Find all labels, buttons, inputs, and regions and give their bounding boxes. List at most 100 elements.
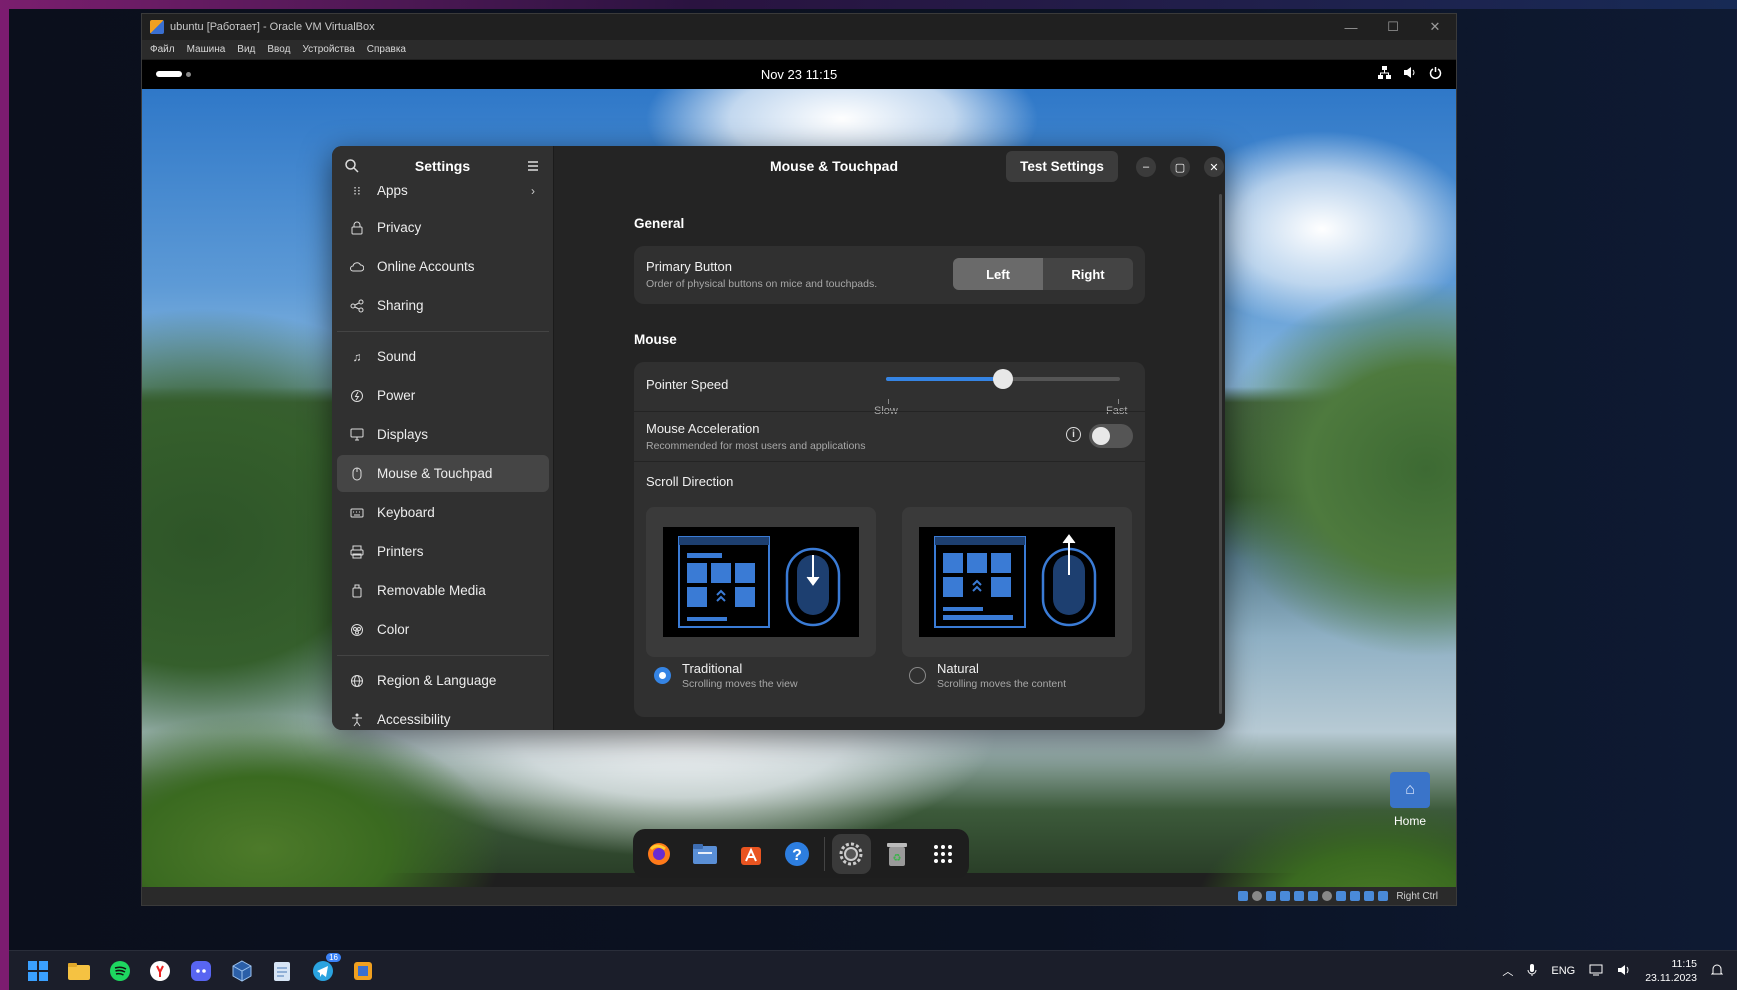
maximize-icon[interactable]: ▢ <box>1170 157 1190 177</box>
menu-help[interactable]: Справка <box>367 44 406 55</box>
share-icon <box>349 298 365 314</box>
notifications-icon[interactable] <box>1710 963 1724 980</box>
virtualbox-titlebar[interactable]: ubuntu [Работает] - Oracle VM VirtualBox… <box>142 14 1456 40</box>
natural-scroll-preview[interactable] <box>902 507 1132 657</box>
settings-sidebar: Settings ⁝⁝ Apps › Privacy Online Accoun… <box>332 146 554 730</box>
minimize-icon[interactable]: – <box>1136 157 1156 177</box>
yandex-browser-icon[interactable] <box>148 959 172 983</box>
home-desktop-icon[interactable]: ⌂ Home <box>1388 772 1432 828</box>
natural-illustration <box>934 534 1097 628</box>
display-icon[interactable] <box>1322 891 1333 901</box>
sidebar-item-removable-media[interactable]: Removable Media <box>337 572 549 609</box>
sidebar-item-label: Mouse & Touchpad <box>377 466 493 481</box>
search-icon[interactable] <box>344 158 360 174</box>
sidebar-item-apps[interactable]: ⁝⁝ Apps › <box>337 186 549 209</box>
menu-devices[interactable]: Устройства <box>302 44 354 55</box>
host-wallpaper-edge <box>0 0 9 990</box>
hamburger-menu-icon[interactable] <box>525 158 541 174</box>
content-scrollbar[interactable] <box>1219 194 1222 714</box>
virtualbox-taskbar-icon[interactable] <box>230 959 254 983</box>
microphone-icon[interactable] <box>1527 963 1537 980</box>
volume-icon[interactable] <box>1403 66 1417 82</box>
chevron-up-icon[interactable]: ︿ <box>1502 963 1513 979</box>
help-icon[interactable]: ? <box>777 834 816 874</box>
close-icon[interactable]: ✕ <box>1204 157 1224 177</box>
traditional-radio[interactable] <box>654 667 671 684</box>
gnome-clock[interactable]: Nov 23 11:15 <box>761 67 837 82</box>
traditional-scroll-preview[interactable] <box>646 507 876 657</box>
network-icon[interactable] <box>1378 66 1391 82</box>
sidebar-item-power[interactable]: Power <box>337 377 549 414</box>
speaker-icon[interactable] <box>1617 964 1631 979</box>
info-icon[interactable]: i <box>1066 427 1081 442</box>
virtualbox-vm-taskbar-icon[interactable] <box>351 959 375 983</box>
settings-icon[interactable] <box>831 833 871 874</box>
natural-radio[interactable] <box>909 667 926 684</box>
sidebar-item-mouse-touchpad[interactable]: Mouse & Touchpad <box>337 455 549 492</box>
menu-file[interactable]: Файл <box>150 44 175 55</box>
sidebar-item-printers[interactable]: Printers <box>337 533 549 570</box>
mouse-acceleration-switch[interactable] <box>1089 424 1133 448</box>
sidebar-item-region-language[interactable]: Region & Language <box>337 662 549 699</box>
virtualbox-menubar: Файл Машина Вид Ввод Устройства Справка <box>142 40 1456 59</box>
sidebar-item-privacy[interactable]: Privacy <box>337 209 549 246</box>
system-clock[interactable]: 11:15 23.11.2023 <box>1645 957 1697 985</box>
keyboard-icon <box>349 505 365 521</box>
file-explorer-icon[interactable] <box>67 959 91 983</box>
network-status-icon[interactable] <box>1589 964 1603 979</box>
usb-device-icon[interactable] <box>1294 891 1305 901</box>
show-apps-icon[interactable] <box>924 834 963 874</box>
trash-icon[interactable]: ♻ <box>878 834 917 874</box>
shared-folder-icon[interactable] <box>1308 891 1319 901</box>
primary-left-button[interactable]: Left <box>953 258 1043 290</box>
discord-icon[interactable] <box>189 959 213 983</box>
power-icon[interactable] <box>1429 66 1442 82</box>
sidebar-item-displays[interactable]: Displays <box>337 416 549 453</box>
cpu-icon[interactable] <box>1350 891 1361 901</box>
sidebar-item-sharing[interactable]: Sharing <box>337 287 549 324</box>
files-icon[interactable] <box>685 834 724 874</box>
notepad-icon[interactable] <box>270 959 294 983</box>
menu-input[interactable]: Ввод <box>267 44 290 55</box>
primary-right-button[interactable]: Right <box>1043 258 1133 290</box>
virtualbox-statusbar: Right Ctrl <box>142 887 1456 905</box>
close-icon[interactable]: ✕ <box>1414 14 1456 40</box>
sidebar-item-sound[interactable]: ♫ Sound <box>337 338 549 375</box>
app-center-icon[interactable] <box>731 834 770 874</box>
sidebar-list: ⁝⁝ Apps › Privacy Online Accounts Sharin… <box>332 186 554 730</box>
sidebar-item-label: Keyboard <box>377 505 435 520</box>
sidebar-item-label: Sound <box>377 349 417 364</box>
keyboard-capture-icon[interactable] <box>1378 891 1389 901</box>
virtualbox-title: ubuntu [Работает] - Oracle VM VirtualBox <box>170 21 375 33</box>
windows-taskbar: 16 ︿ ENG 11:15 23.11.2023 <box>9 950 1737 990</box>
optical-drive-icon[interactable] <box>1252 891 1263 901</box>
telegram-icon[interactable]: 16 <box>311 953 341 983</box>
gnome-top-bar: Nov 23 11:15 <box>142 60 1456 89</box>
pointer-speed-slider[interactable]: Slow Fast <box>874 369 1127 417</box>
activities-indicator[interactable] <box>156 71 191 77</box>
input-language[interactable]: ENG <box>1551 965 1575 977</box>
audio-icon[interactable] <box>1266 891 1277 901</box>
test-settings-button[interactable]: Test Settings <box>1006 151 1118 182</box>
sidebar-item-color[interactable]: Color <box>337 611 549 648</box>
mouse-card: Pointer Speed Slow Fast Mouse Accelerati… <box>634 362 1145 717</box>
minimize-icon[interactable]: — <box>1330 14 1372 40</box>
firefox-icon[interactable] <box>639 834 678 874</box>
clock-date: 23.11.2023 <box>1645 972 1697 984</box>
maximize-icon[interactable]: ☐ <box>1372 14 1414 40</box>
slider-handle[interactable] <box>993 369 1013 389</box>
menu-view[interactable]: Вид <box>237 44 255 55</box>
spotify-icon[interactable] <box>108 959 132 983</box>
host-wallpaper-top <box>0 0 1737 9</box>
sidebar-item-keyboard[interactable]: Keyboard <box>337 494 549 531</box>
menu-machine[interactable]: Машина <box>187 44 226 55</box>
windows-start-icon[interactable] <box>26 959 50 983</box>
recording-icon[interactable] <box>1336 891 1347 901</box>
network-adapter-icon[interactable] <box>1280 891 1291 901</box>
sidebar-item-accessibility[interactable]: Accessibility <box>337 701 549 730</box>
mouse-integration-icon[interactable] <box>1364 891 1375 901</box>
sidebar-item-online-accounts[interactable]: Online Accounts <box>337 248 549 285</box>
primary-button-title: Primary Button <box>646 259 732 274</box>
hdd-icon[interactable] <box>1238 891 1249 901</box>
apps-grid-icon: ⁝⁝ <box>353 186 361 198</box>
